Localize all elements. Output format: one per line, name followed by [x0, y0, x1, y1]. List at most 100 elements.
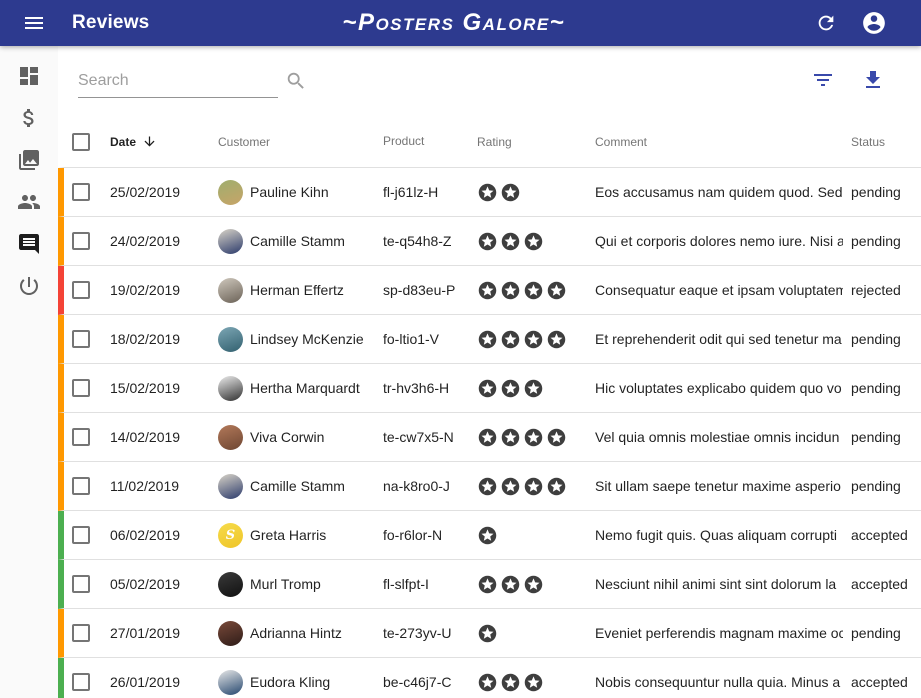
sidebar-item-customers[interactable]	[17, 190, 41, 214]
customer-avatar	[218, 670, 243, 695]
row-checkbox[interactable]	[72, 183, 90, 201]
search-input[interactable]	[78, 72, 285, 90]
customer-avatar	[218, 376, 243, 401]
row-status: pending	[843, 184, 921, 200]
dashboard-icon	[17, 64, 41, 88]
row-checkbox[interactable]	[72, 673, 90, 691]
row-product: be-c46j7-C	[375, 673, 469, 692]
hamburger-icon	[22, 11, 46, 35]
app-logo[interactable]: ~Posters Galore~	[342, 9, 565, 37]
customer-avatar	[218, 229, 243, 254]
row-checkbox[interactable]	[72, 428, 90, 446]
customer-name: Camille Stamm	[250, 233, 345, 249]
star-icon	[477, 623, 498, 644]
star-icon	[500, 231, 521, 252]
table-row[interactable]: 19/02/2019Herman Effertzsp-d83eu-PConseq…	[58, 266, 921, 315]
row-rating	[469, 476, 587, 497]
row-comment: Nesciunt nihil animi sint sint dolorum l…	[587, 576, 843, 592]
header-date: Date	[110, 134, 210, 149]
row-customer: Camille Stamm	[210, 474, 375, 499]
row-rating	[469, 329, 587, 350]
row-date: 18/02/2019	[110, 331, 210, 347]
hamburger-menu-button[interactable]	[22, 11, 46, 35]
customer-name: Camille Stamm	[250, 478, 345, 494]
row-checkbox[interactable]	[72, 281, 90, 299]
header-checkbox-cell	[64, 133, 110, 151]
customer-avatar	[218, 425, 243, 450]
list-toolbar	[58, 46, 921, 116]
sidebar-item-catalog[interactable]	[17, 148, 41, 172]
row-customer: Hertha Marquardt	[210, 376, 375, 401]
download-icon[interactable]	[861, 68, 885, 92]
table-row[interactable]: 11/02/2019Camille Stammna-k8ro0-JSit ull…	[58, 462, 921, 511]
filter-list-icon[interactable]	[811, 68, 835, 92]
row-status: accepted	[843, 576, 921, 592]
star-icon	[523, 574, 544, 595]
people-icon	[17, 190, 41, 214]
customer-name: Herman Effertz	[250, 282, 344, 298]
row-product: fo-r6lor-N	[375, 526, 469, 545]
sidebar-item-sales[interactable]	[17, 106, 41, 130]
header-status: Status	[843, 135, 921, 149]
row-product: sp-d83eu-P	[375, 281, 469, 300]
row-status: pending	[843, 233, 921, 249]
customer-avatar: S	[218, 523, 243, 548]
refresh-icon[interactable]	[815, 12, 837, 34]
table-row[interactable]: 24/02/2019Camille Stammte-q54h8-ZQui et …	[58, 217, 921, 266]
row-product: te-cw7x5-N	[375, 428, 469, 447]
row-checkbox-cell	[64, 330, 110, 348]
customer-name: Lindsey McKenzie	[250, 331, 364, 347]
star-icon	[477, 182, 498, 203]
row-date: 19/02/2019	[110, 282, 210, 298]
row-checkbox-cell	[64, 624, 110, 642]
sidebar-item-reviews[interactable]	[17, 232, 41, 256]
sort-date-button[interactable]: Date	[110, 134, 210, 149]
star-icon	[477, 427, 498, 448]
row-checkbox[interactable]	[72, 477, 90, 495]
row-date: 11/02/2019	[110, 478, 210, 494]
row-checkbox[interactable]	[72, 232, 90, 250]
star-icon	[523, 672, 544, 693]
sidebar-item-logout[interactable]	[17, 274, 41, 298]
customer-avatar	[218, 572, 243, 597]
star-icon	[477, 525, 498, 546]
row-rating	[469, 280, 587, 301]
row-checkbox[interactable]	[72, 624, 90, 642]
app-bar-actions	[815, 10, 887, 36]
table-row[interactable]: 06/02/2019SGreta Harrisfo-r6lor-NNemo fu…	[58, 511, 921, 560]
star-icon	[500, 476, 521, 497]
row-rating	[469, 525, 587, 546]
table-row[interactable]: 15/02/2019Hertha Marquardttr-hv3h6-HHic …	[58, 364, 921, 413]
table-row[interactable]: 14/02/2019Viva Corwinte-cw7x5-NVel quia …	[58, 413, 921, 462]
star-icon	[523, 427, 544, 448]
customer-name: Viva Corwin	[250, 429, 324, 445]
list-actions	[811, 68, 885, 92]
table-row[interactable]: 05/02/2019Murl Trompfl-slfpt-INesciunt n…	[58, 560, 921, 609]
dollar-icon	[17, 106, 41, 130]
star-icon	[523, 329, 544, 350]
row-status: pending	[843, 331, 921, 347]
sidebar-item-dashboard[interactable]	[17, 64, 41, 88]
row-status: accepted	[843, 674, 921, 690]
select-all-checkbox[interactable]	[72, 133, 90, 151]
power-icon	[17, 274, 41, 298]
star-icon	[500, 427, 521, 448]
table-row[interactable]: 25/02/2019Pauline Kihnfl-j61lz-HEos accu…	[58, 168, 921, 217]
table-row[interactable]: 27/01/2019Adrianna Hintzte-273yv-UEvenie…	[58, 609, 921, 658]
row-checkbox-cell	[64, 428, 110, 446]
row-checkbox[interactable]	[72, 379, 90, 397]
row-rating	[469, 623, 587, 644]
customer-name: Eudora Kling	[250, 674, 330, 690]
row-checkbox[interactable]	[72, 526, 90, 544]
reviews-list: Date Customer Product Rating Comment Sta…	[58, 46, 921, 698]
row-checkbox[interactable]	[72, 330, 90, 348]
star-icon	[477, 378, 498, 399]
account-circle-icon[interactable]	[861, 10, 887, 36]
star-icon	[500, 280, 521, 301]
row-checkbox[interactable]	[72, 575, 90, 593]
table-row[interactable]: 18/02/2019Lindsey McKenziefo-ltio1-VEt r…	[58, 315, 921, 364]
row-product: na-k8ro0-J	[375, 477, 469, 496]
star-icon	[546, 476, 567, 497]
row-checkbox-cell	[64, 183, 110, 201]
table-row[interactable]: 26/01/2019Eudora Klingbe-c46j7-CNobis co…	[58, 658, 921, 698]
